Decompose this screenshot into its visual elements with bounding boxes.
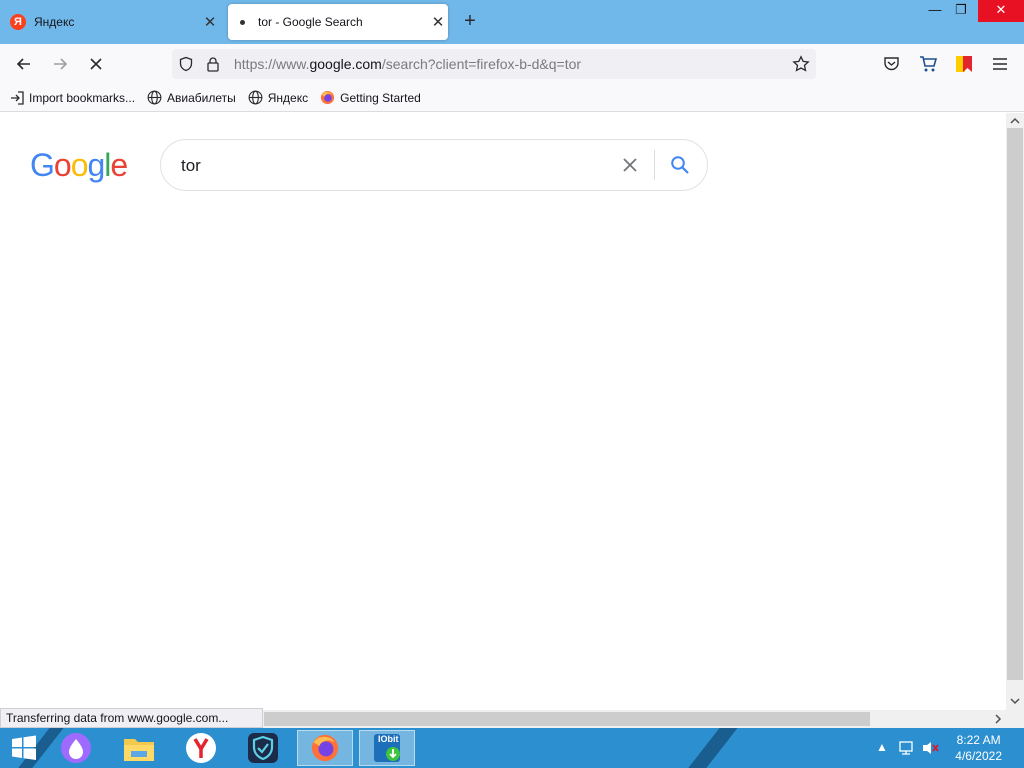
clear-search-button[interactable] (617, 152, 643, 178)
bookmark-aviabilety[interactable]: Авиабилеты (147, 90, 236, 105)
new-tab-button[interactable]: + (458, 10, 482, 34)
stop-loading-button[interactable] (82, 50, 110, 78)
scroll-down-icon[interactable] (1010, 697, 1020, 705)
search-input[interactable]: tor (181, 156, 201, 176)
show-hidden-icons-button[interactable]: ▲ (876, 740, 888, 754)
navigation-toolbar: https://www.google.com/search?client=fir… (0, 44, 1024, 84)
status-text: Transferring data from www.google.com... (0, 708, 263, 728)
close-tab-icon[interactable]: ✕ (200, 13, 220, 31)
page-content: Google tor (0, 113, 1006, 710)
firefox-icon (311, 734, 339, 762)
logo-letter: o (70, 147, 89, 183)
alice-assistant-button[interactable] (48, 730, 104, 766)
taskbar-stripe (672, 728, 746, 768)
file-explorer-button[interactable] (111, 730, 167, 766)
hamburger-menu-icon[interactable] (992, 57, 1008, 71)
clock-date: 4/6/2022 (955, 749, 1002, 763)
stop-x-icon (90, 58, 102, 70)
close-window-button[interactable]: ✕ (978, 0, 1024, 22)
url-text[interactable]: https://www.google.com/search?client=fir… (234, 56, 581, 72)
iobit-taskbar-button[interactable]: IObit (359, 730, 415, 766)
horizontal-scroll-thumb[interactable] (264, 712, 870, 726)
search-icon (671, 156, 689, 174)
bookmark-yandex[interactable]: Яндекс (248, 90, 308, 105)
bookmark-label: Import bookmarks... (29, 90, 136, 105)
tab-label: tor - Google Search (258, 15, 363, 29)
url-path: /search?client=firefox-b-d&q=tor (381, 56, 582, 72)
network-icon[interactable] (898, 740, 914, 756)
bookmark-label: Яндекс (267, 90, 309, 105)
bookmarks-toolbar: Import bookmarks... Авиабилеты Яндекс Ge… (0, 84, 1024, 112)
vertical-scroll-thumb[interactable] (1007, 128, 1023, 680)
volume-muted-icon[interactable] (922, 740, 940, 756)
tab-label: Яндекс (34, 15, 75, 29)
tab-google-search[interactable]: tor - Google Search ✕ (228, 4, 448, 40)
firefox-taskbar-button[interactable] (297, 730, 353, 766)
search-box[interactable]: tor (160, 139, 708, 191)
globe-icon (147, 90, 162, 105)
google-logo[interactable]: Google (30, 147, 128, 184)
url-prefix: https://www. (234, 56, 310, 72)
bookmark-getting-started[interactable]: Getting Started (320, 90, 421, 105)
import-icon (11, 90, 24, 105)
address-bar[interactable]: https://www.google.com/search?client=fir… (172, 49, 816, 79)
extension-flag-icon[interactable] (955, 55, 973, 73)
url-host: google.com (309, 56, 382, 72)
vpn-button[interactable] (235, 730, 291, 766)
firefox-icon (321, 90, 335, 105)
system-clock[interactable]: 8:22 AM 4/6/2022 (955, 732, 1002, 764)
close-tab-icon[interactable]: ✕ (428, 13, 448, 31)
yandex-icon: Я (10, 14, 26, 30)
bookmark-label: Getting Started (340, 90, 421, 105)
restore-button[interactable]: ❐ (946, 0, 976, 22)
back-button[interactable] (10, 50, 38, 78)
tab-strip: Я Яндекс ✕ tor - Google Search ✕ + — ❐ ✕ (0, 0, 1024, 44)
bookmark-import[interactable]: Import bookmarks... (10, 91, 135, 105)
file-explorer-icon (124, 739, 154, 761)
yandex-browser-icon (186, 733, 216, 763)
yandex-browser-button[interactable] (173, 730, 229, 766)
clock-time: 8:22 AM (956, 733, 1001, 747)
close-icon (623, 158, 637, 172)
search-divider (654, 150, 655, 180)
taskbar: IObit ▲ 8:22 AM 4/6/2022 (0, 728, 1024, 768)
back-arrow-icon (16, 58, 30, 70)
forward-button[interactable] (46, 50, 74, 78)
bookmark-star-icon[interactable] (792, 55, 810, 73)
logo-letter: e (110, 147, 128, 183)
windows-start-icon (12, 735, 36, 760)
search-button[interactable] (667, 152, 693, 178)
loading-dot-icon (234, 14, 250, 30)
globe-icon (248, 90, 263, 105)
scroll-right-icon[interactable] (994, 714, 1002, 724)
vpn-shield-icon (248, 733, 278, 763)
alice-assistant-icon (61, 733, 91, 763)
scroll-up-icon[interactable] (1010, 117, 1020, 125)
shopping-cart-icon[interactable] (919, 55, 937, 73)
tracking-shield-icon[interactable] (178, 56, 194, 72)
forward-arrow-icon (54, 58, 68, 70)
pocket-icon[interactable] (883, 56, 900, 72)
logo-letter: o (53, 147, 72, 183)
start-button[interactable] (0, 730, 52, 766)
bookmark-label: Авиабилеты (167, 90, 236, 105)
iobit-label: IObit (378, 734, 399, 744)
lock-icon[interactable] (206, 56, 220, 72)
logo-letter: g (87, 147, 105, 183)
logo-letter: G (30, 147, 55, 183)
tab-yandex[interactable]: Я Яндекс ✕ (4, 4, 220, 40)
